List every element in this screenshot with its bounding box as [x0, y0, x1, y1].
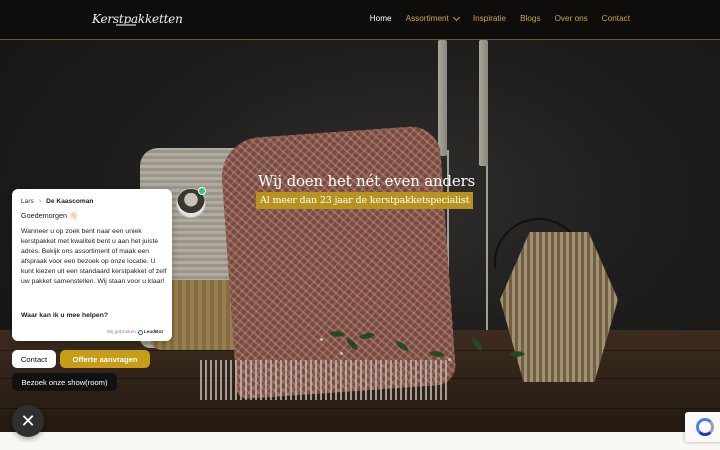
main-nav: Home Assortiment Inspiratie Blogs Over o…	[370, 13, 630, 23]
chat-company-name: De Kaascoman	[46, 198, 94, 205]
chat-breadcrumb: Lars › De Kaascoman	[21, 198, 93, 205]
showroom-button[interactable]: Bezoek onze show(room)	[12, 373, 117, 391]
nav-inspiratie[interactable]: Inspiratie	[473, 14, 506, 23]
nav-blogs-label: Blogs	[520, 14, 541, 23]
hero-subtitle: Al meer dan 23 jaar de kerstpakketspecia…	[256, 192, 474, 209]
hero-title: Wij doen het nét even anders	[258, 172, 475, 190]
powered-by-prefix: Wij gebruiken	[106, 330, 136, 335]
powered-by-brand-label: LeadBot	[143, 330, 163, 335]
chat-agent-name: Lars	[21, 198, 34, 205]
recaptcha-icon	[696, 418, 714, 436]
chat-powered-by[interactable]: Wij gebruiken LeadBot	[107, 330, 163, 335]
nav-over-ons-label: Over ons	[554, 14, 588, 23]
nav-assortiment-label: Assortiment	[405, 14, 449, 23]
chat-greeting: Goedemorgen 👋🏻	[21, 211, 78, 220]
nav-over-ons[interactable]: Over ons	[555, 14, 588, 23]
nav-assortiment[interactable]: Assortiment	[405, 13, 460, 23]
close-icon: ✕	[20, 411, 36, 431]
nav-blogs[interactable]: Blogs	[520, 14, 540, 23]
online-status-indicator	[198, 187, 206, 195]
chevron-down-icon	[452, 13, 460, 21]
powered-by-brand: LeadBot	[137, 330, 163, 335]
chat-popup: Lars › De Kaascoman Goedemorgen 👋🏻 Wanne…	[12, 189, 172, 341]
nav-home-label: Home	[369, 14, 392, 23]
site-logo[interactable]: Kerstpakketten	[92, 12, 183, 26]
offerte-aanvragen-button[interactable]: Offerte aanvragen	[60, 350, 150, 368]
chat-question: Waar kan ik u mee helpen?	[21, 312, 109, 319]
content-section-start	[0, 432, 720, 450]
nav-contact[interactable]: Contact	[602, 14, 630, 23]
recaptcha-badge[interactable]	[685, 412, 720, 442]
nav-contact-label: Contact	[601, 14, 630, 23]
chevron-right-icon: ›	[38, 198, 42, 205]
close-chat-button[interactable]: ✕	[12, 405, 44, 437]
nav-home[interactable]: Home	[370, 14, 392, 23]
site-header: Kerstpakketten Home Assortiment Inspirat…	[0, 0, 720, 40]
nav-inspiratie-label: Inspiratie	[472, 14, 507, 23]
leadbot-logo-icon	[137, 330, 143, 335]
contact-button[interactable]: Contact	[12, 350, 56, 368]
logo-underline	[116, 24, 136, 26]
chat-message: Wanneer u op zoek bent naar een uniek ke…	[21, 228, 167, 285]
